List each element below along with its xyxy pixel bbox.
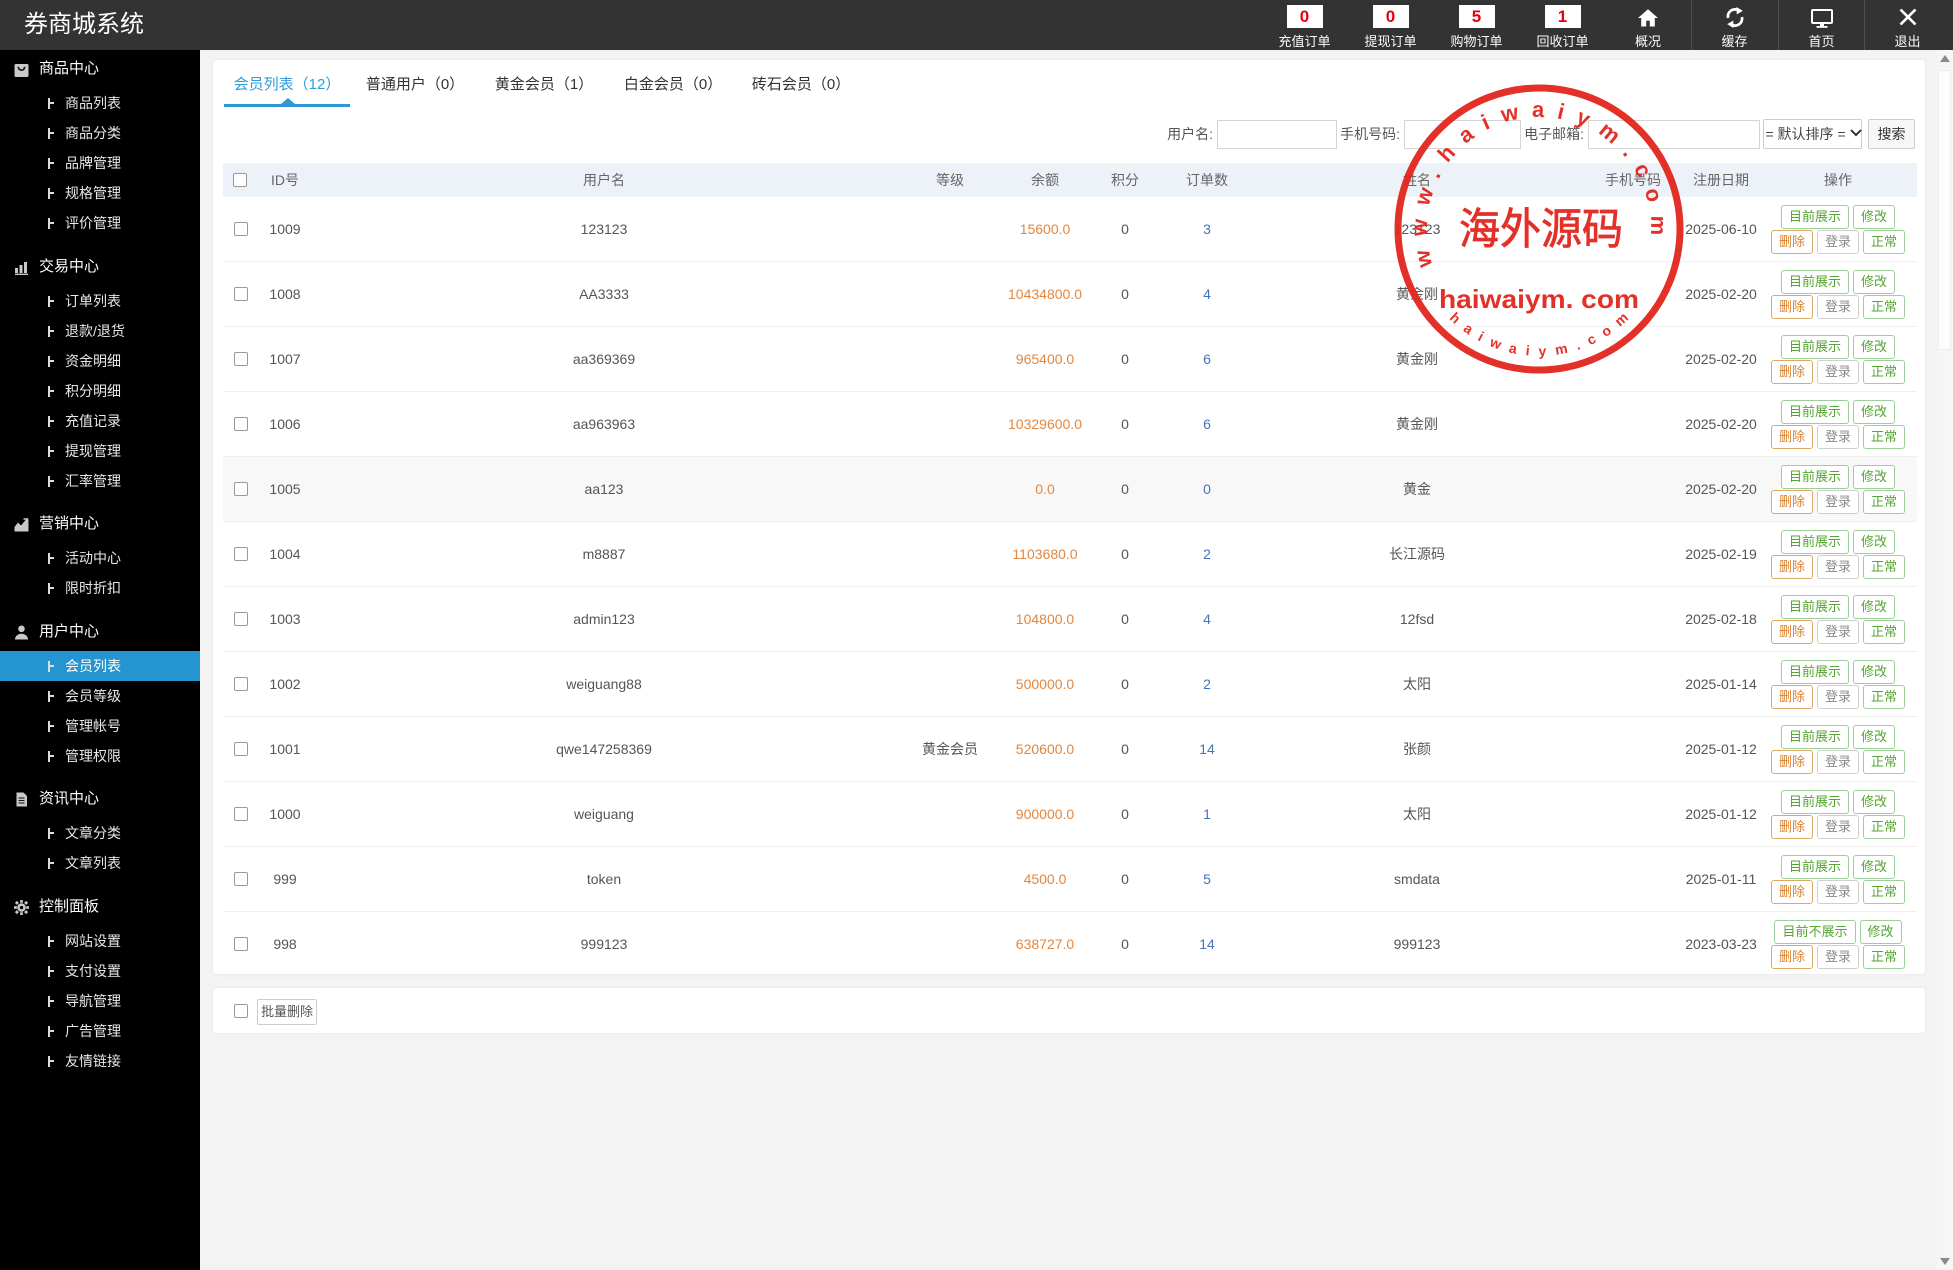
- svg-text:海外源码: 海外源码: [1459, 207, 1623, 254]
- svg-text:haiwaiym. com: haiwaiym. com: [1439, 284, 1639, 314]
